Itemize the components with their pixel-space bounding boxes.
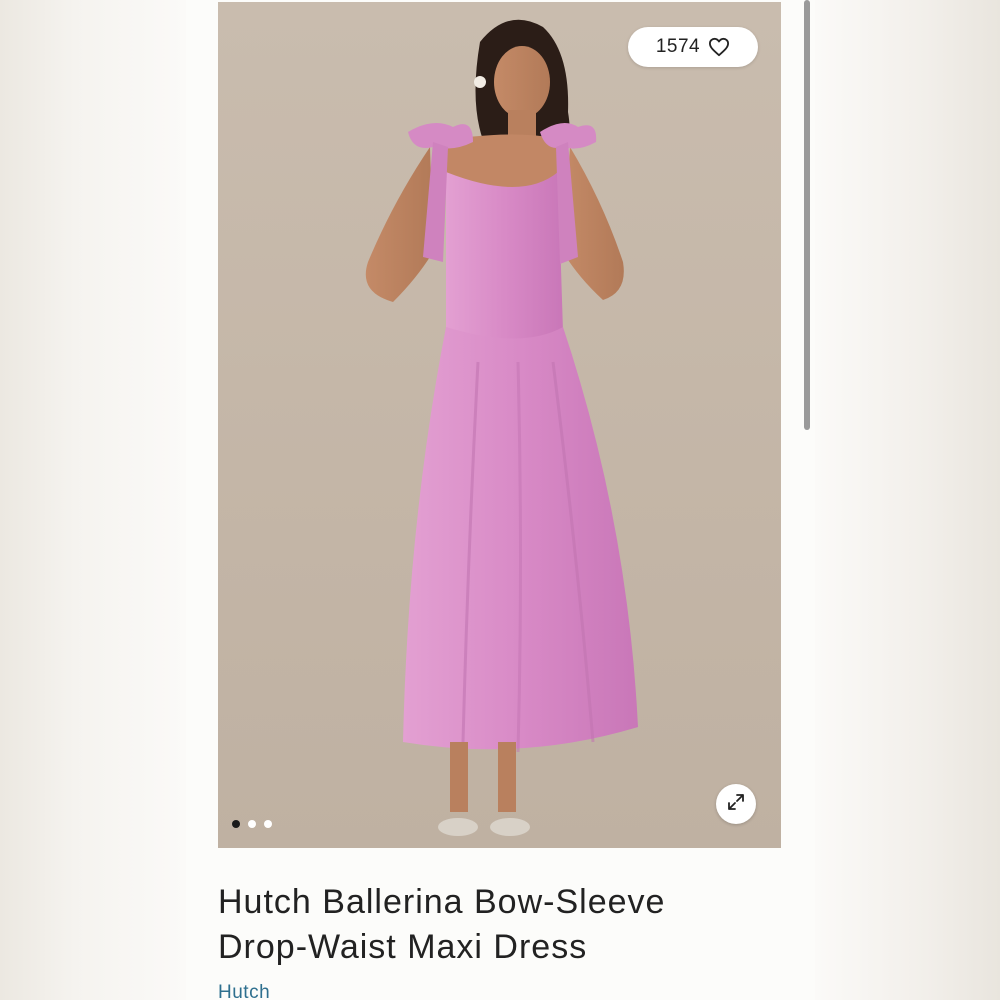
carousel-dot-3[interactable] bbox=[264, 820, 272, 828]
product-title-line-1: Hutch Ballerina Bow-Sleeve bbox=[218, 883, 666, 921]
background-right bbox=[815, 0, 1000, 1000]
carousel-indicator bbox=[232, 820, 272, 828]
carousel-dot-2[interactable] bbox=[248, 820, 256, 828]
carousel-dot-1[interactable] bbox=[232, 820, 240, 828]
expand-image-button[interactable] bbox=[716, 784, 756, 824]
expand-icon bbox=[726, 792, 746, 817]
scrollbar[interactable] bbox=[804, 0, 810, 430]
heart-icon bbox=[708, 37, 730, 57]
product-title-line-2: Drop-Waist Maxi Dress bbox=[218, 928, 588, 966]
product-page: 1574 Hutch Ballerina Bow-Sleeve Drop-Wai bbox=[186, 0, 815, 1000]
product-image[interactable]: 1574 bbox=[218, 2, 781, 848]
brand-link[interactable]: Hutch bbox=[218, 982, 270, 1000]
product-title: Hutch Ballerina Bow-Sleeve Drop-Waist Ma… bbox=[218, 880, 758, 970]
model-photo bbox=[365, 19, 638, 836]
background-left bbox=[0, 0, 186, 1000]
like-button[interactable]: 1574 bbox=[628, 27, 758, 67]
like-count: 1574 bbox=[655, 36, 701, 57]
